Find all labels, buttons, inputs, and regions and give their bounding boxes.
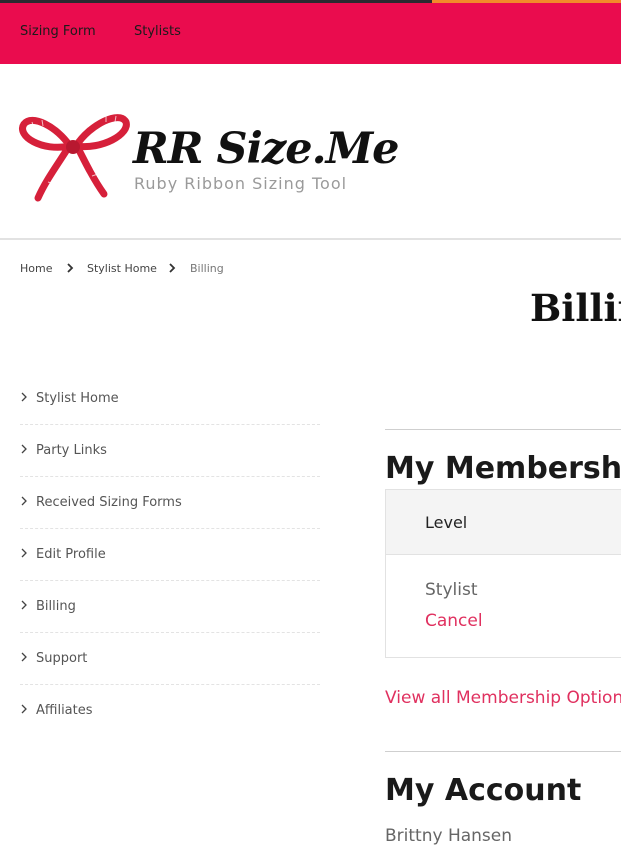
sidebar-item-label: Party Links <box>36 443 107 458</box>
chevron-right-icon <box>21 600 27 610</box>
chevron-right-icon <box>21 444 27 454</box>
cancel-membership-link[interactable]: Cancel <box>425 611 483 631</box>
ribbon-bow-icon <box>19 114 130 202</box>
section-divider <box>385 429 621 430</box>
chevron-right-icon <box>21 548 27 558</box>
sidebar-item-billing[interactable]: Billing <box>20 580 320 633</box>
nav-sizing-form-link[interactable]: Sizing Form <box>20 24 96 39</box>
view-all-memberships-link[interactable]: View all Membership Options <box>385 688 621 708</box>
sidebar-item-party-links[interactable]: Party Links <box>20 424 320 477</box>
level-column-header: Level <box>425 513 468 532</box>
memberships-heading: My Memberships <box>385 451 621 486</box>
breadcrumb-home[interactable]: Home <box>20 262 52 275</box>
chevron-right-icon <box>21 496 27 506</box>
sidebar-item-received-sizing-forms[interactable]: Received Sizing Forms <box>20 476 320 529</box>
sidebar-item-label: Stylist Home <box>36 391 119 406</box>
sidebar-item-label: Edit Profile <box>36 547 106 562</box>
site-logo[interactable]: RR Size.Me Ruby Ribbon Sizing Tool <box>18 106 400 211</box>
sidebar-item-label: Billing <box>36 599 76 614</box>
membership-table: Level Stylist Cancel <box>385 489 621 658</box>
breadcrumb-stylist-home[interactable]: Stylist Home <box>87 262 157 275</box>
logo-subtitle: Ruby Ribbon Sizing Tool <box>134 174 348 193</box>
chevron-right-icon <box>21 392 27 402</box>
nav-stylists-link[interactable]: Stylists <box>134 24 181 39</box>
chevron-right-icon <box>169 263 176 273</box>
sidebar-item-edit-profile[interactable]: Edit Profile <box>20 528 320 581</box>
sidebar-item-stylist-home[interactable]: Stylist Home <box>20 372 320 425</box>
section-divider <box>385 751 621 752</box>
sidebar-item-support[interactable]: Support <box>20 632 320 685</box>
account-name: Brittny Hansen <box>385 826 513 846</box>
account-heading: My Account <box>385 773 582 808</box>
sidebar-item-affiliates[interactable]: Affiliates <box>20 684 320 736</box>
sidebar-item-label: Received Sizing Forms <box>36 495 182 510</box>
breadcrumb-current: Billing <box>190 262 224 275</box>
membership-table-header: Level <box>386 490 621 555</box>
page-title: Billing <box>530 286 621 330</box>
sidebar-item-label: Support <box>36 651 88 666</box>
logo-title: RR Size.Me <box>133 124 400 174</box>
site-header: RR Size.Me Ruby Ribbon Sizing Tool <box>0 64 621 240</box>
sidebar-item-label: Affiliates <box>36 703 93 718</box>
main-content: My Memberships Level Stylist Cancel View… <box>385 429 621 863</box>
membership-level-value: Stylist <box>425 580 478 600</box>
chevron-right-icon <box>67 263 74 273</box>
chevron-right-icon <box>21 652 27 662</box>
chevron-right-icon <box>21 704 27 714</box>
top-navigation-bar: Sizing Form Stylists <box>0 3 621 64</box>
